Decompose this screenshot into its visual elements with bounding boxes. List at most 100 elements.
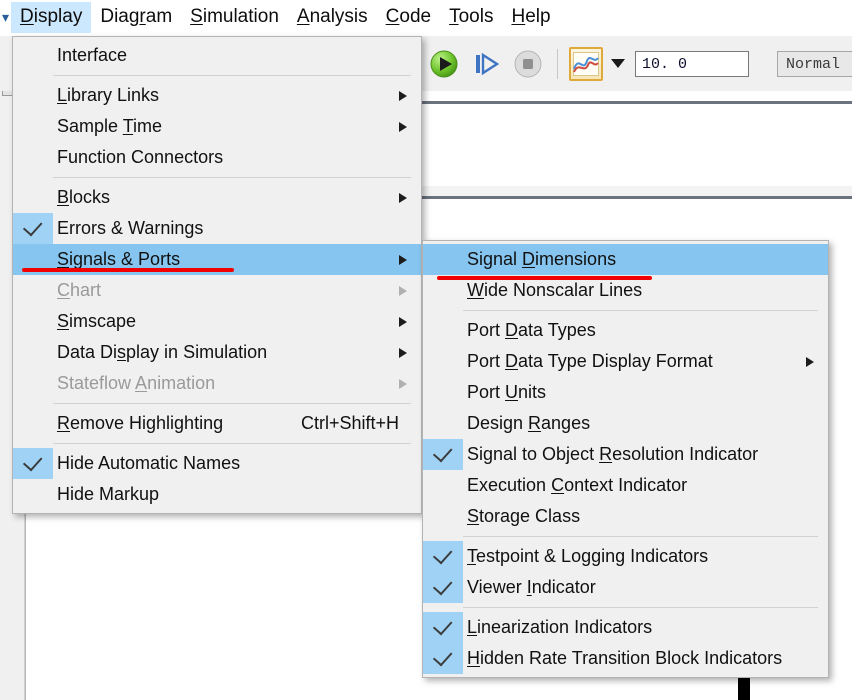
check-glyph	[22, 451, 42, 472]
checkmark-icon	[423, 643, 463, 674]
menubar-overflow-indicator[interactable]: ▾	[2, 2, 11, 33]
menu-item-signal-dimensions[interactable]: Signal Dimensions	[423, 244, 828, 275]
menu-item-blocks[interactable]: Blocks	[13, 182, 421, 213]
menu-item-execution-context-indicator[interactable]: Execution Context Indicator	[423, 470, 828, 501]
check-placeholder	[423, 501, 463, 532]
check-placeholder	[13, 337, 53, 368]
menu-item-label: Chart	[57, 280, 102, 300]
checkmark-icon	[13, 448, 53, 479]
check-placeholder	[13, 142, 53, 173]
menu-item-port-data-type-display-format[interactable]: Port Data Type Display Format	[423, 346, 828, 377]
check-placeholder	[423, 346, 463, 377]
menu-item-hidden-rate-transition-block-indicators[interactable]: Hidden Rate Transition Block Indicators	[423, 643, 828, 674]
submenu-arrow-icon	[399, 121, 407, 132]
checkmark-icon	[423, 541, 463, 572]
menu-item-label: Signals & Ports	[57, 249, 181, 269]
submenu-arrow-icon	[399, 192, 407, 203]
check-placeholder	[13, 408, 53, 439]
signals-and-ports-submenu-popup[interactable]: Signal Dimensions Wide Nonscalar Lines Por…	[422, 240, 829, 678]
check-glyph	[432, 646, 452, 667]
menubar-item-display[interactable]: Display	[11, 2, 92, 33]
menu-item-label: Stateflow Animation	[57, 373, 216, 393]
menu-item-design-ranges[interactable]: Design Ranges	[423, 408, 828, 439]
checkmark-icon	[423, 612, 463, 643]
menu-item-interface[interactable]: Interface	[13, 40, 421, 71]
menu-item-label: Signal Dimensions	[467, 249, 617, 269]
stop-time-input[interactable]: 10. 0	[635, 50, 749, 77]
chevron-down-icon[interactable]	[611, 59, 625, 68]
menu-separator	[463, 607, 818, 608]
check-placeholder	[423, 408, 463, 439]
check-placeholder	[13, 40, 53, 71]
check-placeholder	[13, 182, 53, 213]
menu-item-storage-class[interactable]: Storage Class	[423, 501, 828, 532]
menu-item-label: Hide Automatic Names	[57, 453, 241, 473]
menu-item-label: Interface	[57, 45, 128, 65]
check-glyph	[432, 575, 452, 596]
submenu-arrow-icon	[806, 356, 814, 367]
menu-item-function-connectors[interactable]: Function Connectors	[13, 142, 421, 173]
menu-item-port-data-types[interactable]: Port Data Types	[423, 315, 828, 346]
run-button[interactable]	[426, 46, 462, 82]
checkmark-icon	[13, 213, 53, 244]
menu-item-testpoint-and-logging-indicators[interactable]: Testpoint & Logging Indicators	[423, 541, 828, 572]
menu-item-label: Port Data Type Display Format	[467, 351, 713, 371]
check-placeholder	[13, 479, 53, 510]
display-menu-popup[interactable]: Interface Library Links Sample Time Functio…	[12, 36, 422, 514]
menu-item-label: Port Data Types	[467, 320, 596, 340]
menu-bar: ▾ Display Diagram Simulation Analysis Code To…	[0, 0, 852, 36]
menu-separator	[463, 310, 818, 311]
menu-item-label: Hide Markup	[57, 484, 160, 504]
step-forward-button[interactable]	[468, 46, 504, 82]
annotation-underline-signal-dimensions	[437, 276, 652, 280]
menu-separator	[53, 403, 411, 404]
application-window: 10. 0 Normal ▾ Display Diagram Simulation A…	[0, 0, 852, 700]
check-placeholder	[423, 377, 463, 408]
menu-item-label: Remove Highlighting	[57, 413, 224, 433]
menu-item-label: Port Units	[467, 382, 547, 402]
menu-item-chart: Chart	[13, 275, 421, 306]
menubar-item-help[interactable]: Help	[502, 2, 559, 33]
menu-item-label: Linearization Indicators	[467, 617, 653, 637]
menu-item-label: Library Links	[57, 85, 160, 105]
menubar-item-simulation[interactable]: Simulation	[181, 2, 288, 33]
menu-item-label: Viewer Indicator	[467, 577, 596, 597]
check-placeholder	[423, 315, 463, 346]
menu-item-label: Blocks	[57, 187, 111, 207]
menu-item-shortcut: Ctrl+Shift+H	[300, 413, 399, 433]
check-glyph	[432, 442, 452, 463]
submenu-arrow-icon	[399, 254, 407, 265]
menubar-item-analysis[interactable]: Analysis	[288, 2, 377, 33]
menubar-item-diagram[interactable]: Diagram	[91, 2, 181, 33]
menu-item-label: Simscape	[57, 311, 137, 331]
menu-item-linearization-indicators[interactable]: Linearization Indicators	[423, 612, 828, 643]
menu-item-label: Function Connectors	[57, 147, 224, 167]
menubar-item-tools[interactable]: Tools	[440, 2, 502, 33]
menu-item-hide-automatic-names[interactable]: Hide Automatic Names	[13, 448, 421, 479]
menu-item-label: Signal to Object Resolution Indicator	[467, 444, 759, 464]
stop-button[interactable]	[510, 46, 546, 82]
menubar-item-code[interactable]: Code	[377, 2, 440, 33]
menu-item-errors-and-warnings[interactable]: Errors & Warnings	[13, 213, 421, 244]
simulation-data-inspector-icon[interactable]	[569, 46, 603, 81]
menu-item-label: Sample Time	[57, 116, 163, 136]
menu-item-stateflow-animation: Stateflow Animation	[13, 368, 421, 399]
submenu-arrow-icon	[399, 90, 407, 101]
menu-item-data-display-in-simulation[interactable]: Data Display in Simulation	[13, 337, 421, 368]
menu-item-remove-highlighting[interactable]: Remove Highlighting Ctrl+Shift+H	[13, 408, 421, 439]
annotation-underline-signals-ports	[22, 268, 234, 272]
menu-item-port-units[interactable]: Port Units	[423, 377, 828, 408]
menu-item-hide-markup[interactable]: Hide Markup	[13, 479, 421, 510]
menu-item-sample-time[interactable]: Sample Time	[13, 111, 421, 142]
check-glyph	[432, 544, 452, 565]
checkmark-icon	[423, 572, 463, 603]
menu-item-library-links[interactable]: Library Links	[13, 80, 421, 111]
simulation-mode-select[interactable]: Normal	[777, 50, 852, 77]
checkmark-icon	[423, 439, 463, 470]
submenu-arrow-icon	[399, 347, 407, 358]
check-placeholder	[423, 470, 463, 501]
menu-item-signal-to-object-resolution-indicator[interactable]: Signal to Object Resolution Indicator	[423, 439, 828, 470]
menu-separator	[463, 536, 818, 537]
menu-item-viewer-indicator[interactable]: Viewer Indicator	[423, 572, 828, 603]
menu-item-simscape[interactable]: Simscape	[13, 306, 421, 337]
